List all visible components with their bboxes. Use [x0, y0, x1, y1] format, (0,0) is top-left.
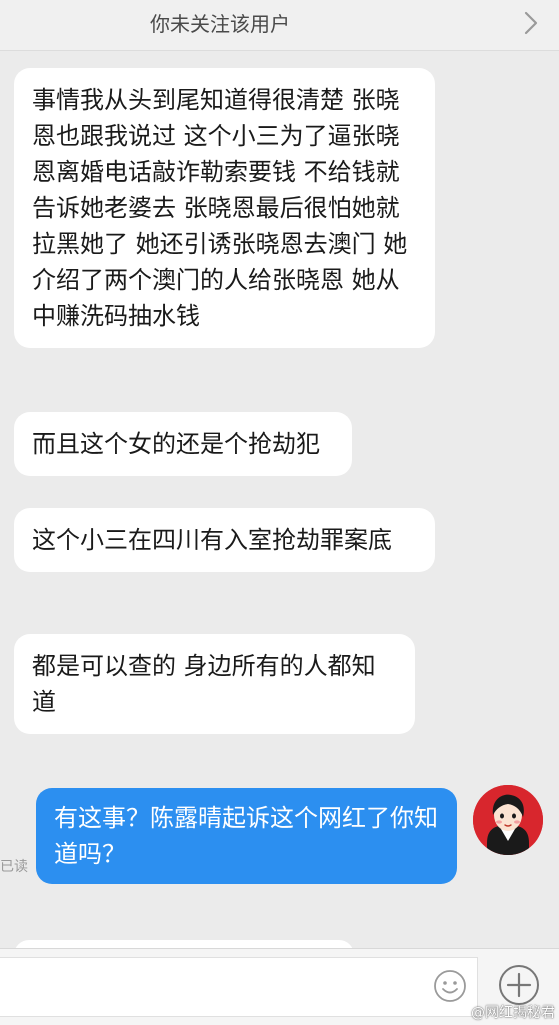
message-input[interactable] — [0, 957, 478, 1017]
incoming-message-bubble[interactable]: 事情我从头到尾知道得很清楚 张晓恩也跟我说过 这个小三为了逼张晓恩离婚电话敲诈勒… — [14, 68, 435, 348]
outgoing-message-bubble[interactable]: 有这事？陈露晴起诉这个网红了你知道吗？ — [36, 788, 457, 884]
follow-notice-bar[interactable]: 你未关注该用户 — [0, 0, 559, 51]
incoming-message-bubble[interactable]: 这个小三在四川有入室抢劫罪案底 — [14, 508, 435, 572]
read-receipt: 已读 — [0, 859, 28, 875]
watermark: @网红揭秘君 — [471, 1005, 555, 1021]
user-avatar[interactable] — [473, 785, 543, 855]
incoming-message-bubble[interactable]: 而且这个女的还是个抢劫犯 — [14, 412, 352, 476]
follow-notice-text: 你未关注该用户 — [150, 12, 290, 36]
plus-circle-icon[interactable] — [497, 963, 541, 1007]
smiley-icon[interactable] — [433, 969, 467, 1003]
avatar-portrait-icon — [473, 785, 543, 855]
incoming-message-bubble[interactable]: 都是可以查的 身边所有的人都知道 — [14, 634, 415, 734]
chevron-right-icon[interactable] — [523, 10, 539, 36]
message-text: 都是可以查的 身边所有的人都知道 — [32, 652, 376, 716]
message-text: 有这事？陈露晴起诉这个网红了你知道吗？ — [54, 804, 438, 868]
message-text: 这个小三在四川有入室抢劫罪案底 — [32, 526, 392, 554]
message-text: 而且这个女的还是个抢劫犯 — [32, 430, 320, 458]
message-text: 事情我从头到尾知道得很清楚 张晓恩也跟我说过 这个小三为了逼张晓恩离婚电话敲诈勒… — [32, 86, 408, 330]
